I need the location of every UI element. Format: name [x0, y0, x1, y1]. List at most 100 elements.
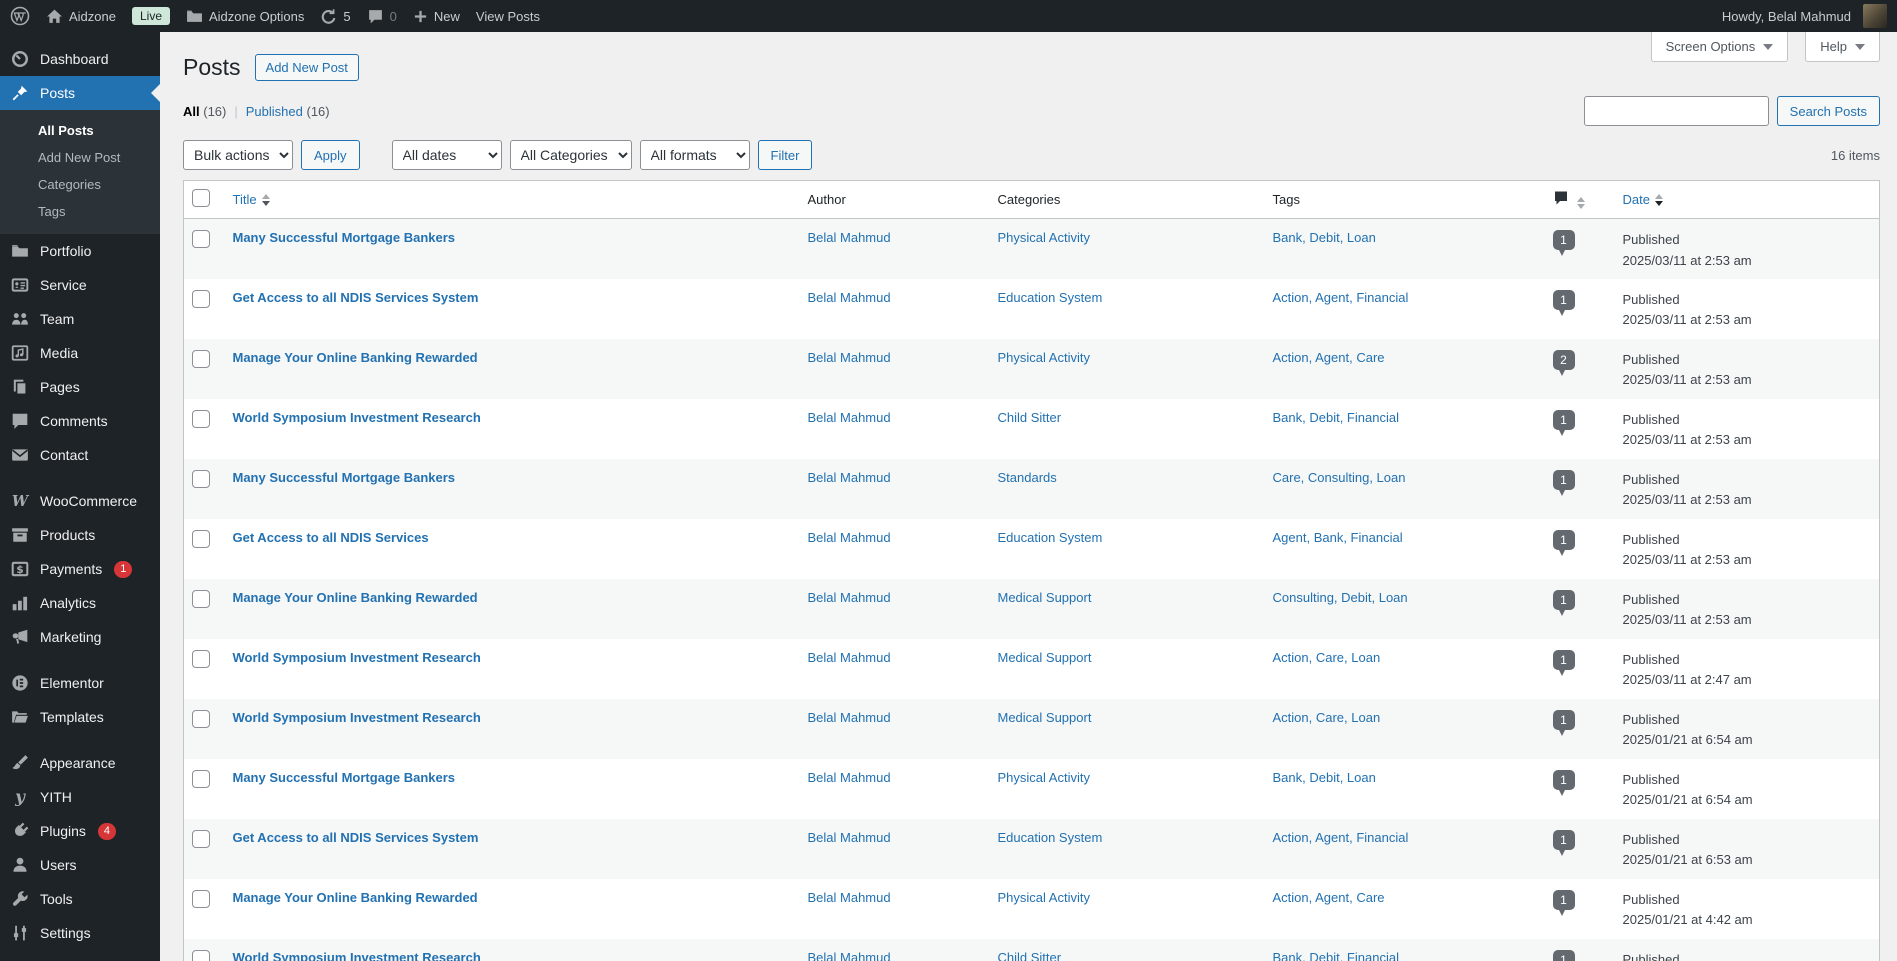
author-link[interactable]: Belal Mahmud: [808, 710, 891, 725]
sidebar-subitem-tags[interactable]: Tags: [0, 198, 160, 225]
author-link[interactable]: Belal Mahmud: [808, 350, 891, 365]
sidebar-item-comments[interactable]: Comments: [0, 404, 160, 438]
help-button[interactable]: Help: [1805, 32, 1880, 62]
post-title-link[interactable]: Many Successful Mortgage Bankers: [233, 230, 456, 245]
apply-button[interactable]: Apply: [301, 140, 360, 170]
post-title-link[interactable]: World Symposium Investment Research: [233, 410, 481, 425]
row-checkbox[interactable]: [192, 469, 210, 488]
post-title-link[interactable]: Manage Your Online Banking Rewarded: [233, 350, 478, 365]
author-link[interactable]: Belal Mahmud: [808, 410, 891, 425]
post-title-link[interactable]: World Symposium Investment Research: [233, 950, 481, 961]
sidebar-subitem-all-posts[interactable]: All Posts: [0, 117, 160, 144]
categories-links[interactable]: Education System: [998, 530, 1103, 545]
categories-filter-select[interactable]: All Categories: [509, 140, 632, 170]
comment-count-bubble[interactable]: 1: [1552, 529, 1575, 556]
categories-links[interactable]: Education System: [998, 830, 1103, 845]
aidzone-options-menu[interactable]: Aidzone Options: [186, 0, 304, 32]
sidebar-subitem-add-new-post[interactable]: Add New Post: [0, 144, 160, 171]
row-checkbox[interactable]: [192, 349, 210, 368]
categories-links[interactable]: Physical Activity: [998, 770, 1090, 785]
tags-links[interactable]: Action, Agent, Care: [1273, 890, 1385, 905]
row-checkbox[interactable]: [192, 649, 210, 668]
view-posts-link[interactable]: View Posts: [476, 0, 540, 32]
categories-links[interactable]: Medical Support: [998, 590, 1092, 605]
sort-by-comments[interactable]: [1553, 191, 1586, 209]
sidebar-item-tools[interactable]: Tools: [0, 882, 160, 916]
tags-links[interactable]: Consulting, Debit, Loan: [1273, 590, 1408, 605]
row-checkbox[interactable]: [192, 829, 210, 848]
sidebar-item-appearance[interactable]: Appearance: [0, 746, 160, 780]
categories-links[interactable]: Standards: [998, 470, 1057, 485]
post-title-link[interactable]: World Symposium Investment Research: [233, 650, 481, 665]
author-link[interactable]: Belal Mahmud: [808, 470, 891, 485]
author-link[interactable]: Belal Mahmud: [808, 290, 891, 305]
tags-links[interactable]: Action, Agent, Care: [1273, 350, 1385, 365]
sidebar-item-woocommerce[interactable]: W WooCommerce: [0, 484, 160, 518]
comment-count-bubble[interactable]: 1: [1552, 469, 1575, 496]
filter-button[interactable]: Filter: [757, 140, 813, 170]
author-link[interactable]: Belal Mahmud: [808, 770, 891, 785]
search-input[interactable]: [1583, 96, 1769, 126]
comment-count-bubble[interactable]: 1: [1552, 649, 1575, 676]
tags-links[interactable]: Bank, Debit, Financial: [1273, 950, 1399, 961]
categories-links[interactable]: Physical Activity: [998, 350, 1090, 365]
comment-count-bubble[interactable]: 1: [1552, 709, 1575, 736]
sort-by-date[interactable]: Date: [1623, 192, 1663, 207]
sidebar-item-posts[interactable]: Posts: [0, 76, 160, 110]
wordpress-logo[interactable]: [10, 0, 30, 32]
comment-count-bubble[interactable]: 1: [1552, 230, 1575, 256]
tags-links[interactable]: Care, Consulting, Loan: [1273, 470, 1406, 485]
sidebar-item-products[interactable]: Products: [0, 518, 160, 552]
sidebar-item-service[interactable]: Service: [0, 268, 160, 302]
sidebar-item-pages[interactable]: Pages: [0, 370, 160, 404]
howdy-menu[interactable]: Howdy, Belal Mahmud: [1722, 0, 1887, 32]
comment-count-bubble[interactable]: 1: [1552, 949, 1575, 961]
sidebar-item-plugins[interactable]: Plugins 4: [0, 814, 160, 848]
sort-by-title[interactable]: Title: [233, 192, 270, 207]
sidebar-item-media[interactable]: Media: [0, 336, 160, 370]
row-checkbox[interactable]: [192, 230, 210, 248]
categories-links[interactable]: Physical Activity: [998, 230, 1090, 245]
comment-count-bubble[interactable]: 1: [1552, 889, 1575, 916]
post-title-link[interactable]: Manage Your Online Banking Rewarded: [233, 890, 478, 905]
screen-options-button[interactable]: Screen Options: [1650, 32, 1789, 62]
comment-count-bubble[interactable]: 2: [1552, 349, 1575, 376]
sidebar-item-settings[interactable]: Settings: [0, 916, 160, 950]
author-link[interactable]: Belal Mahmud: [808, 590, 891, 605]
author-link[interactable]: Belal Mahmud: [808, 230, 891, 245]
sidebar-item-payments[interactable]: $ Payments 1: [0, 552, 160, 586]
tags-links[interactable]: Agent, Bank, Financial: [1273, 530, 1403, 545]
comment-count-bubble[interactable]: 1: [1552, 829, 1575, 856]
post-title-link[interactable]: Many Successful Mortgage Bankers: [233, 470, 456, 485]
row-checkbox[interactable]: [192, 709, 210, 728]
new-menu[interactable]: New: [413, 0, 460, 32]
comments-shortcut[interactable]: 0: [367, 0, 397, 32]
tags-links[interactable]: Bank, Debit, Loan: [1273, 230, 1376, 245]
categories-links[interactable]: Physical Activity: [998, 890, 1090, 905]
post-title-link[interactable]: Get Access to all NDIS Services System: [233, 290, 479, 305]
row-checkbox[interactable]: [192, 409, 210, 428]
author-link[interactable]: Belal Mahmud: [808, 950, 891, 961]
row-checkbox[interactable]: [192, 289, 210, 308]
sidebar-item-users[interactable]: Users: [0, 848, 160, 882]
categories-links[interactable]: Medical Support: [998, 650, 1092, 665]
tags-links[interactable]: Action, Care, Loan: [1273, 650, 1381, 665]
tags-links[interactable]: Action, Care, Loan: [1273, 710, 1381, 725]
view-all[interactable]: All (16): [183, 104, 226, 119]
author-link[interactable]: Belal Mahmud: [808, 650, 891, 665]
tags-links[interactable]: Action, Agent, Financial: [1273, 290, 1409, 305]
row-checkbox[interactable]: [192, 589, 210, 608]
tags-links[interactable]: Bank, Debit, Financial: [1273, 410, 1399, 425]
post-title-link[interactable]: Manage Your Online Banking Rewarded: [233, 590, 478, 605]
sidebar-subitem-categories[interactable]: Categories: [0, 171, 160, 198]
author-link[interactable]: Belal Mahmud: [808, 530, 891, 545]
post-title-link[interactable]: Many Successful Mortgage Bankers: [233, 770, 456, 785]
sidebar-item-dashboard[interactable]: Dashboard: [0, 42, 160, 76]
row-checkbox[interactable]: [192, 949, 210, 961]
row-checkbox[interactable]: [192, 889, 210, 908]
updates-menu[interactable]: 5: [320, 0, 351, 32]
row-checkbox[interactable]: [192, 769, 210, 788]
sidebar-item-contact[interactable]: Contact: [0, 438, 160, 472]
categories-links[interactable]: Child Sitter: [998, 950, 1062, 961]
dates-filter-select[interactable]: All dates: [391, 140, 502, 170]
